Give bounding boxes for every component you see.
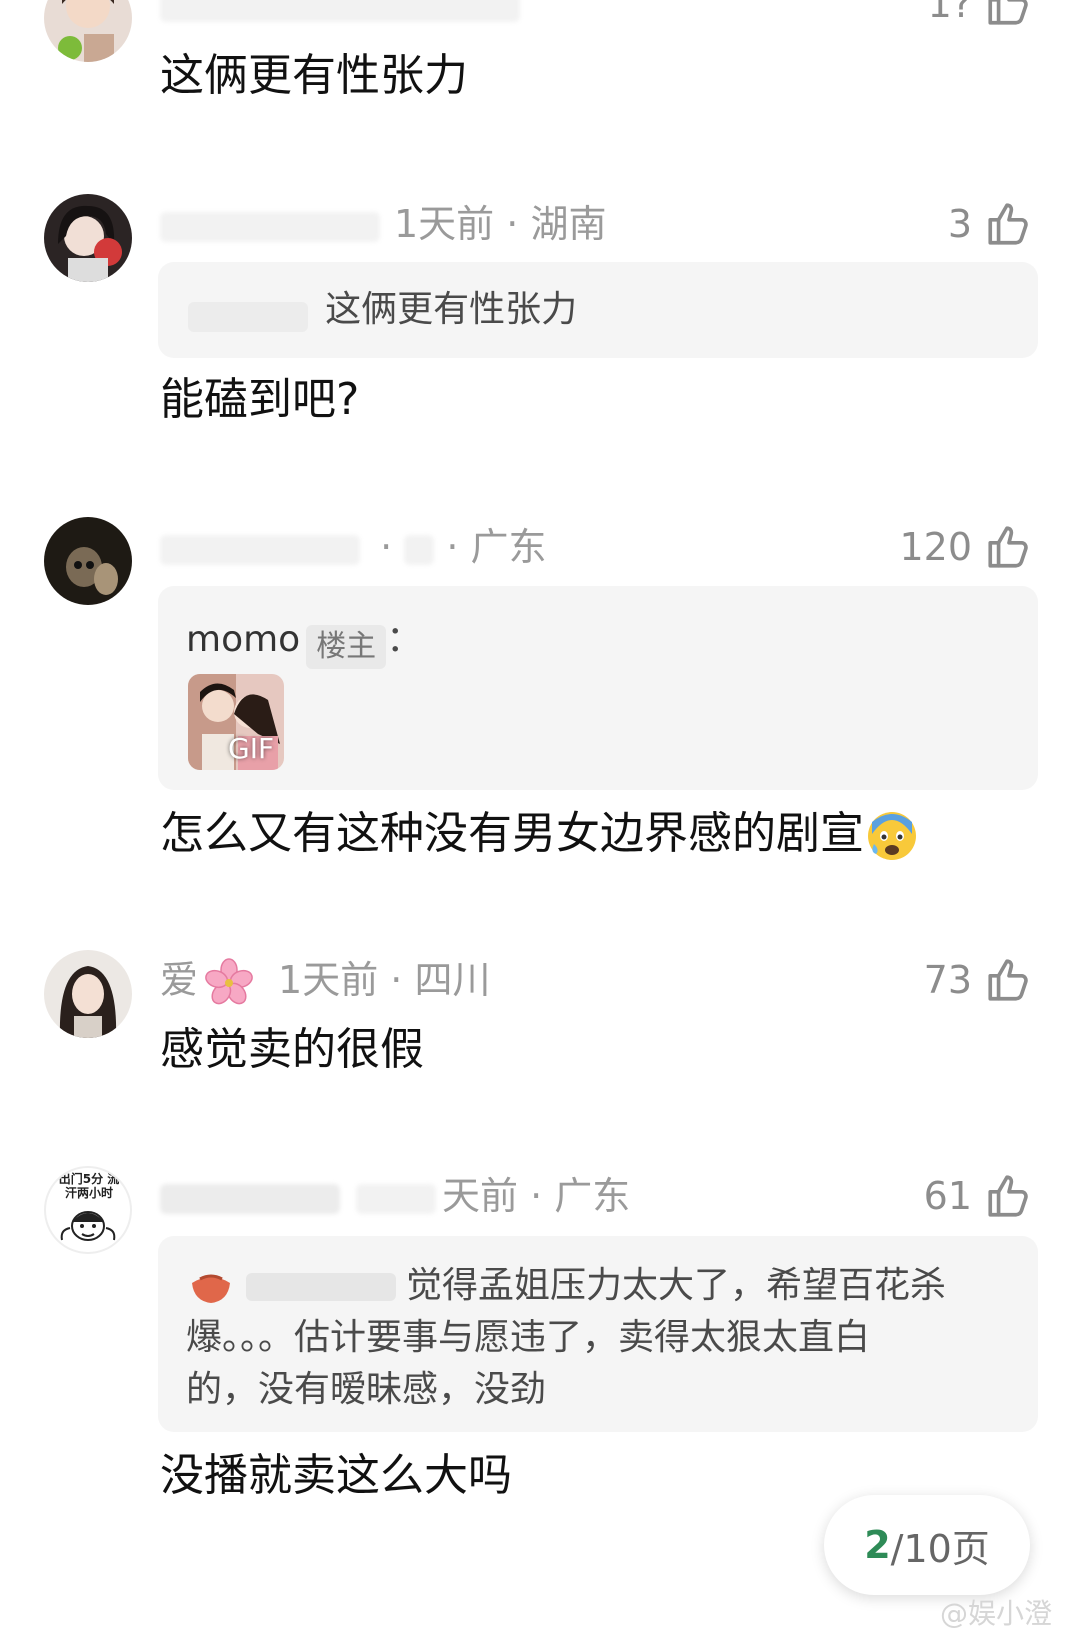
avatar[interactable]: 出门5分 流汗两小时 [44,1166,132,1254]
quoted-reply[interactable]: momo 楼主： GIF [158,586,1038,790]
comment-time: 天前 [442,1174,519,1218]
page-total: /10页 [890,1526,990,1571]
user-badge-icon [192,1274,230,1303]
page-indicator[interactable]: 2/10页 [824,1495,1030,1595]
avatar[interactable] [44,517,132,605]
page-current: 2 [864,1523,891,1567]
comment-meta-1 [160,0,520,34]
comment-meta-2: 1天前 · 湖南 [160,194,606,254]
thumbs-up-icon [988,1175,1028,1217]
quoted-reply[interactable]: 觉得孟姐压力太大了，希望百花杀 爆。。。估计要事与愿违了，卖得太狠太直白 的，没… [158,1236,1038,1432]
like-button[interactable]: 120 [899,517,1034,577]
comment-location: 广东 [470,525,547,569]
gif-thumbnail[interactable]: GIF [188,674,284,770]
comment-text: 能磕到吧? [160,374,360,425]
thumbs-up-icon [988,959,1028,1001]
like-button[interactable]: 73 [924,950,1034,1010]
like-button[interactable]: 1? [928,0,1034,34]
watermark: @娱小澄 [939,1597,1052,1630]
comment-meta-5: 天前 · 广东 [160,1166,630,1226]
comment-text: 感觉卖的很假 [160,1024,424,1075]
comment-meta-3: · · 广东 [160,517,547,577]
op-tag: 楼主 [306,624,387,669]
fearful-face-emoji-icon [868,812,916,860]
comment-text: 没播就卖这么大吗 [160,1450,512,1501]
cherry-blossom-icon [205,957,253,1004]
comment-text: 怎么又有这种没有男女边界感的剧宣 [160,804,918,864]
quote-text: 这俩更有性张力 [325,289,578,330]
like-count: 1? [927,0,972,26]
like-count: 73 [923,958,972,1002]
quote-line-1: 觉得孟姐压力太大了，希望百花杀 [406,1265,947,1306]
comment-location: 湖南 [530,202,607,246]
comment-text: 这俩更有性张力 [160,50,468,101]
user-name[interactable]: 爱 [160,958,198,1002]
like-count: 120 [899,525,972,569]
thumbs-up-icon [988,526,1028,568]
comment-location: 广东 [554,1174,631,1218]
comment-time: 1天前 [278,958,379,1002]
like-button[interactable]: 3 [948,194,1034,254]
comment-text-body: 怎么又有这种没有男女边界感的剧宣 [160,808,864,859]
avatar[interactable] [44,950,132,1038]
avatar[interactable] [44,194,132,282]
comment-location: 四川 [414,958,491,1002]
like-count: 61 [923,1174,972,1218]
quote-line-2: 爆。。。估计要事与愿违了，卖得太狠太直白 [186,1317,871,1358]
avatar[interactable] [44,0,132,62]
like-button[interactable]: 61 [924,1166,1034,1226]
thumbs-up-icon [988,0,1028,25]
quoted-reply[interactable]: 这俩更有性张力 [158,262,1038,358]
gif-label: GIF [228,732,275,765]
thumbs-up-icon [988,203,1028,245]
quote-user[interactable]: momo [186,619,300,660]
comment-time: 1天前 [394,202,495,246]
like-count: 3 [947,202,972,246]
quote-colon: ： [386,619,423,660]
quote-line-3: 的，没有暧昧感，没劲 [186,1369,547,1410]
comment-meta-4: 爱 1天前 · 四川 [160,950,490,1010]
